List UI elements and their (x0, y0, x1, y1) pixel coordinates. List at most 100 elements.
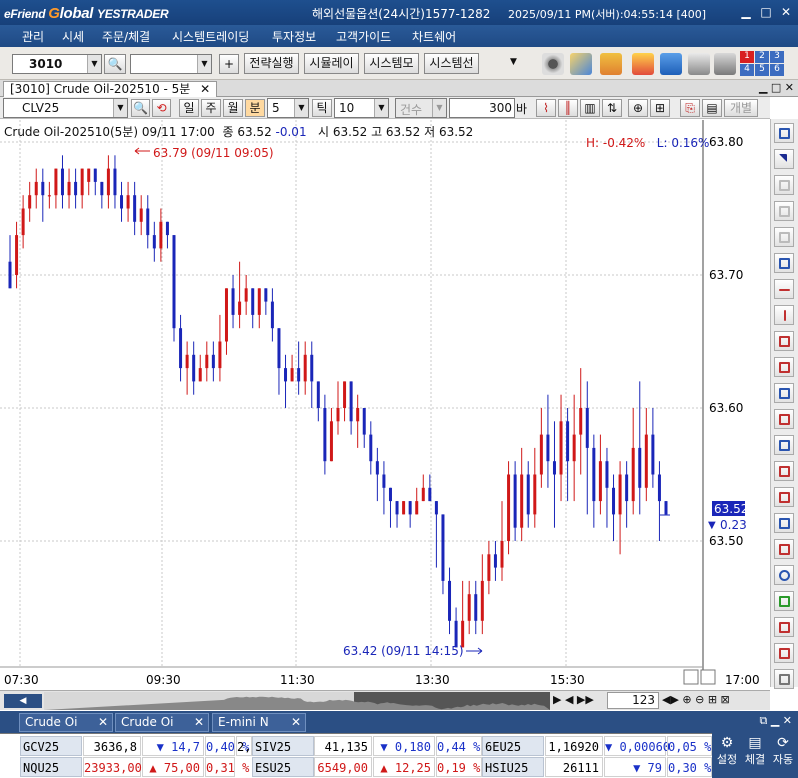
fills-button[interactable]: ▤ 체결 (742, 735, 768, 775)
chevron-down-icon[interactable]: ▼ (432, 99, 446, 117)
close-icon[interactable]: ✕ (200, 82, 210, 96)
more-tools-icon[interactable] (774, 669, 794, 689)
printer-icon[interactable] (714, 53, 736, 75)
bottom-tab-crude-2[interactable]: Crude Oi ✕ (115, 713, 209, 732)
chart-window-tab[interactable]: [3010] Crude Oil-202510 - 5분 ✕ (3, 81, 218, 97)
ticker-symbol[interactable]: HSIU25 (482, 757, 544, 777)
monitor-icon[interactable] (660, 53, 682, 75)
search-button[interactable]: 🔍 (104, 54, 126, 74)
tick-button[interactable]: 틱 (312, 99, 332, 117)
ticker-symbol[interactable]: 6EU25 (482, 736, 544, 756)
window-layout-numbers[interactable]: 1 2 3 4 5 6 (740, 51, 784, 77)
chevron-down-icon[interactable]: ▼ (374, 99, 388, 117)
gann-icon[interactable] (774, 383, 794, 403)
bottom-tab-crude-1[interactable]: Crude Oi ✕ (19, 713, 113, 732)
menu-item-guide[interactable]: 고객가이드 (336, 28, 391, 45)
line-chart-icon[interactable]: ⌇ (536, 99, 556, 117)
candle-chart-icon[interactable]: ║ (558, 99, 578, 117)
simulation-button[interactable]: 시뮬레이 (304, 53, 359, 74)
pencil-icon[interactable] (774, 591, 794, 611)
bottom-tab-emini[interactable]: E-mini N ✕ (212, 713, 306, 732)
ticker-symbol[interactable]: ESU25 (252, 757, 314, 777)
ellipse-icon[interactable] (774, 565, 794, 585)
strategy-run-button[interactable]: 전략실행 (244, 53, 299, 74)
print-icon[interactable]: ▤ (702, 99, 722, 117)
period-week[interactable]: 주 (201, 99, 221, 117)
cursor-icon[interactable] (774, 149, 794, 169)
price-chart[interactable]: 63.80 63.70 63.60 63.50 07:30 09:30 11:30 13:3… (0, 120, 770, 690)
ticker-symbol[interactable]: GCV25 (20, 736, 82, 756)
chevron-down-icon[interactable]: ▼ (294, 99, 308, 117)
overview-sparkline[interactable] (44, 692, 550, 710)
ticker-symbol[interactable]: SIV25 (252, 736, 314, 756)
zoom-controls[interactable]: ◀▶ ⊕ ⊖ ⊞ ⊠ (662, 693, 730, 706)
chevron-down-icon[interactable]: ▼ (197, 55, 211, 73)
chevron-down-icon[interactable]: ▼ (510, 57, 517, 67)
zoom-icon[interactable]: ⊕ (628, 99, 648, 117)
horizontal-line-icon[interactable] (774, 279, 794, 299)
screen-search-combo[interactable]: ▼ (130, 54, 212, 74)
search-icon[interactable]: 🔍 (131, 99, 150, 117)
system-select-button[interactable]: 시스템선 (424, 53, 479, 74)
overlay-icon[interactable]: ⊞ (650, 99, 670, 117)
rise-fall-icon[interactable]: ⇅ (602, 99, 622, 117)
folder-icon[interactable] (600, 53, 622, 75)
close-icon[interactable]: ✕ (98, 714, 108, 731)
count-input[interactable]: 300 (449, 98, 515, 118)
symbol-combo[interactable]: CLV25 ▼ (3, 98, 128, 118)
menu-item-manage[interactable]: 관리 (22, 28, 44, 45)
layout-grid-icon[interactable] (632, 53, 654, 75)
bottom-window-controls[interactable]: ⧉ ▁ ✕ (759, 714, 792, 728)
scroll-left-icon[interactable]: ◀ (4, 694, 42, 708)
individual-button[interactable]: 개별 (724, 99, 758, 117)
menu-item-invest-info[interactable]: 투자정보 (272, 28, 316, 45)
wave-icon[interactable] (774, 513, 794, 533)
chevron-down-icon[interactable]: ▼ (113, 99, 127, 117)
count-type-combo[interactable]: 건수 ▼ (395, 98, 447, 118)
ray-icon[interactable] (774, 227, 794, 247)
period-month[interactable]: 월 (223, 99, 243, 117)
maximize-icon[interactable]: □ (758, 4, 774, 20)
indicator-icon[interactable] (774, 123, 794, 143)
export-icon[interactable]: ⎘ (680, 99, 700, 117)
add-button[interactable]: + (219, 54, 239, 74)
period-day[interactable]: 일 (179, 99, 199, 117)
interval-combo[interactable]: 5 ▼ (267, 98, 309, 118)
tick-combo[interactable]: 10 ▼ (334, 98, 389, 118)
eraser-icon[interactable] (774, 643, 794, 663)
auto-button[interactable]: ⟳ 자동 (770, 735, 796, 775)
camera-icon[interactable] (688, 53, 710, 75)
screen-number-combo[interactable]: 3010 ▼ (12, 54, 102, 74)
minimize-icon[interactable]: ▁ (738, 4, 754, 20)
chevron-down-icon[interactable]: ▼ (87, 55, 101, 73)
menu-item-systrading[interactable]: 시스템트레이딩 (172, 28, 249, 45)
menu-item-chartshare[interactable]: 차트쉐어 (412, 28, 456, 45)
vertical-line-icon[interactable] (774, 305, 794, 325)
close-icon[interactable]: ✕ (778, 4, 794, 20)
menu-item-quotes[interactable]: 시세 (62, 28, 84, 45)
rectangle-icon[interactable] (774, 539, 794, 559)
bar-count-input[interactable]: 123 (607, 692, 659, 709)
arrow-icon[interactable] (774, 331, 794, 351)
channel-icon[interactable] (774, 253, 794, 273)
fibonacci-icon[interactable] (774, 357, 794, 377)
bar-chart-icon[interactable]: ▥ (580, 99, 600, 117)
pattern-icon[interactable] (774, 487, 794, 507)
crosshair-icon[interactable] (774, 175, 794, 195)
nav-arrows[interactable]: ▶ ◀ ▶▶ (553, 693, 594, 706)
system-model-button[interactable]: 시스템모 (364, 53, 419, 74)
reset-icon[interactable]: ⟲ (152, 99, 171, 117)
settings-button[interactable]: ⚙ 설정 (714, 735, 740, 775)
fan-icon[interactable] (774, 435, 794, 455)
cycle-icon[interactable] (774, 461, 794, 481)
retracement-icon[interactable] (774, 409, 794, 429)
period-minute[interactable]: 분 (245, 99, 265, 117)
trendline-icon[interactable] (774, 201, 794, 221)
window-controls[interactable]: ▁ □ ✕ (759, 81, 794, 94)
gear-icon[interactable] (542, 53, 564, 75)
menu-item-order[interactable]: 주문/체결 (102, 28, 150, 45)
ticker-symbol[interactable]: NQU25 (20, 757, 82, 777)
user-settings-icon[interactable] (570, 53, 592, 75)
close-icon[interactable]: ✕ (291, 714, 301, 731)
close-icon[interactable]: ✕ (194, 714, 204, 731)
